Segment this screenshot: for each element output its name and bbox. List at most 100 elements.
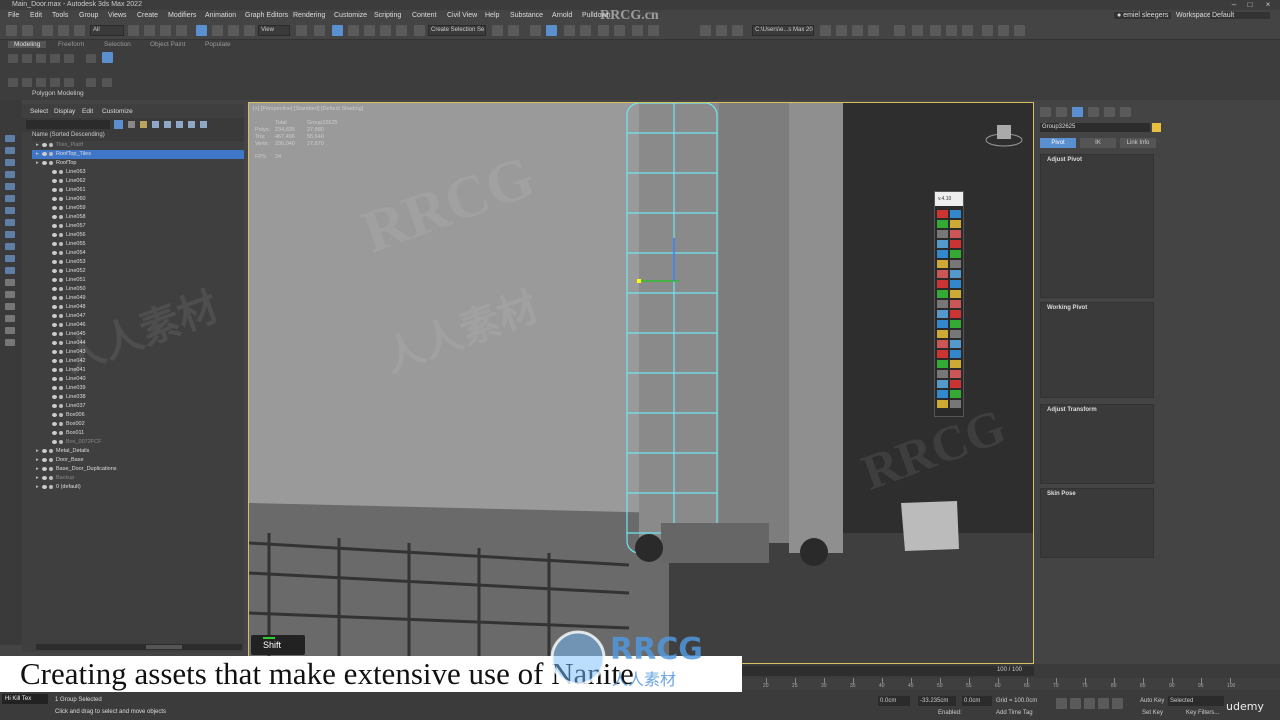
object-name-field[interactable]: Group32625 [1040,123,1150,132]
project-path-dropdown[interactable]: C:\Users\e...s Max 2022 [752,25,814,36]
freeze-dot-icon[interactable] [59,196,63,201]
utilities-tab-icon[interactable] [1120,107,1131,117]
freeze-dot-icon[interactable] [59,439,63,444]
explorer-row[interactable]: Line059 [32,204,244,213]
visibility-eye-icon[interactable] [52,367,57,372]
visibility-eye-icon[interactable] [52,268,57,273]
visibility-eye-icon[interactable] [52,295,57,300]
explorer-row[interactable]: Line046 [32,321,244,330]
render-setup-icon[interactable] [632,25,643,36]
edit-named-selection-icon[interactable] [414,25,425,36]
freeze-dot-icon[interactable] [59,232,63,237]
auto-key-button[interactable]: Auto Key [1140,698,1164,704]
freeze-dot-icon[interactable] [49,160,53,165]
display-spacewarps-icon[interactable] [5,231,15,238]
floater-tool-icon[interactable] [937,350,948,358]
freeze-dot-icon[interactable] [59,430,63,435]
explorer-row[interactable]: Line045 [32,330,244,339]
freeze-dot-icon[interactable] [49,484,53,489]
rollout-adjust-transform[interactable]: Adjust Transform [1040,404,1154,484]
floater-tool-icon[interactable] [950,290,961,298]
rollout-adjust-pivot[interactable]: Adjust Pivot [1040,154,1154,298]
align-icon[interactable] [508,25,519,36]
visibility-eye-icon[interactable] [52,340,57,345]
display-helpers-icon[interactable] [5,219,15,226]
visibility-eye-icon[interactable] [52,313,57,318]
visibility-eye-icon[interactable] [52,376,57,381]
percent-snap-icon[interactable] [380,25,391,36]
floater-tool-icon[interactable] [950,370,961,378]
freeze-dot-icon[interactable] [59,322,63,327]
freeze-dot-icon[interactable] [49,151,53,156]
script-icon-3[interactable] [852,25,863,36]
explorer-row[interactable]: Line040 [32,375,244,384]
explorer-row[interactable]: Line038 [32,393,244,402]
freeze-dot-icon[interactable] [59,403,63,408]
angle-snap-icon[interactable] [364,25,375,36]
visibility-eye-icon[interactable] [52,250,57,255]
floater-tool-icon[interactable] [937,250,948,258]
bind-space-warp-icon[interactable] [74,25,85,36]
floater-tool-icon[interactable] [937,370,948,378]
visibility-eye-icon[interactable] [52,205,57,210]
y-coordinate-field[interactable]: -33.235cm [918,696,956,706]
mirror-icon[interactable] [492,25,503,36]
select-layer-icon[interactable] [200,121,207,128]
ribbon-tab-freeform[interactable]: Freeform [58,41,84,48]
snaps-toggle-icon[interactable] [348,25,359,36]
ribbon-tab-selection[interactable]: Selection [104,41,131,48]
modify-tab-icon[interactable] [1056,107,1067,117]
select-and-move-icon[interactable] [196,25,207,36]
visibility-eye-icon[interactable] [42,448,47,453]
sort-icon[interactable] [140,121,147,128]
user-account[interactable]: ● emiel sleegers [1114,12,1172,19]
tool-icon-8[interactable] [1014,25,1025,36]
freeze-dot-icon[interactable] [59,304,63,309]
menu-tools[interactable]: Tools [52,12,68,19]
display-containers-icon[interactable] [5,279,15,286]
floater-tool-icon[interactable] [937,240,948,248]
freeze-dot-icon[interactable] [59,187,63,192]
display-bones-icon[interactable] [5,267,15,274]
undo-icon[interactable] [6,25,17,36]
freeze-dot-icon[interactable] [49,457,53,462]
visibility-eye-icon[interactable] [52,259,57,264]
script-icon-4[interactable] [868,25,879,36]
explorer-row[interactable]: Line054 [32,249,244,258]
display-shapes-icon[interactable] [5,183,15,190]
freeze-dot-icon[interactable] [49,448,53,453]
explorer-search-input[interactable] [26,120,110,129]
menu-graph-editors[interactable]: Graph Editors [245,12,288,19]
select-and-rotate-icon[interactable] [212,25,223,36]
freeze-dot-icon[interactable] [59,331,63,336]
ribbon-button-6[interactable] [86,54,96,63]
visibility-eye-icon[interactable] [42,475,47,480]
freeze-dot-icon[interactable] [59,421,63,426]
floater-tool-icon[interactable] [937,400,948,408]
display-all-icon[interactable] [5,147,15,154]
explorer-row[interactable]: Line049 [32,294,244,303]
freeze-dot-icon[interactable] [59,223,63,228]
explorer-row[interactable]: Line062 [32,177,244,186]
freeze-dot-icon[interactable] [59,412,63,417]
freeze-dot-icon[interactable] [59,295,63,300]
select-and-place-icon[interactable] [244,25,255,36]
pivot-center-icon[interactable] [296,25,307,36]
toggle-scene-explorer-icon[interactable] [530,25,541,36]
menu-scripting[interactable]: Scripting [374,12,401,19]
explorer-menu-edit[interactable]: Edit [82,108,93,115]
visibility-eye-icon[interactable] [42,160,47,165]
ribbon-tab-populate[interactable]: Populate [205,41,231,48]
explorer-row[interactable]: Line057 [32,222,244,231]
freeze-dot-icon[interactable] [59,169,63,174]
z-coordinate-field[interactable]: 0.0cm [962,696,992,706]
explorer-row[interactable]: Box_0072FCF [32,438,244,447]
perspective-viewport[interactable]: [+] [Perspective] [Standard] [Default Sh… [248,102,1034,664]
floater-tool-icon[interactable] [937,390,948,398]
freeze-dot-icon[interactable] [59,268,63,273]
ribbon-button-3[interactable] [36,54,46,63]
display-geometry-icon[interactable] [5,171,15,178]
explorer-scrollbar[interactable] [36,644,242,650]
hierarchy-icon[interactable] [152,121,159,128]
link-icon[interactable] [42,25,53,36]
